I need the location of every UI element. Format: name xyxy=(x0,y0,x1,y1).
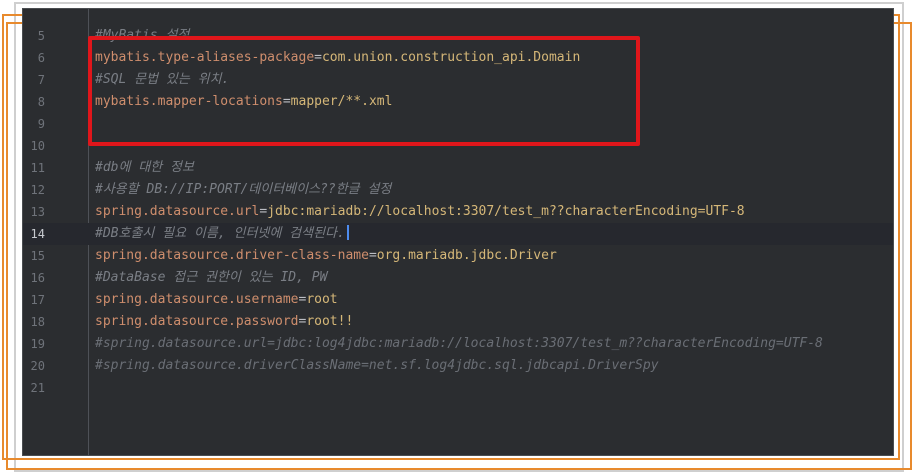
comment-text: #spring.datasource.url=jdbc:log4jdbc:mar… xyxy=(95,336,823,351)
line-code: #DB호출시 필요 이름, 인터넷에 검색된다. xyxy=(95,223,349,245)
comment-text: #db에 대한 정보 xyxy=(95,160,194,175)
line-number: 14 xyxy=(30,227,45,241)
code-line[interactable]: 20 #spring.datasource.driverClassName=net… xyxy=(23,355,893,377)
code-line[interactable]: 18 spring.datasource.password=root!! xyxy=(23,311,893,333)
line-code: #DataBase 접근 권한이 있는 ID, PW xyxy=(95,267,327,289)
code-editor[interactable]: 5 #MyBatis 설정 6 mybatis.type-aliases-packag… xyxy=(22,8,894,456)
code-line[interactable]: 15 spring.datasource.driver-class-name=or… xyxy=(23,245,893,267)
comment-text: #DB호출시 필요 이름, 인터넷에 검색된다. xyxy=(95,226,345,241)
line-number: 18 xyxy=(30,315,45,329)
comment-text: #사용할 DB://IP:PORT/데이터베이스??한글 설정 xyxy=(95,182,392,197)
property-value: root!! xyxy=(306,314,354,329)
line-number: 7 xyxy=(37,73,45,87)
property-value: root xyxy=(306,292,338,307)
line-code: spring.datasource.driver-class-name=org.… xyxy=(95,245,557,267)
code-line[interactable]: 19 #spring.datasource.url=jdbc:log4jdbc:m… xyxy=(23,333,893,355)
line-number: 9 xyxy=(37,117,45,131)
comment-text: #spring.datasource.driverClassName=net.s… xyxy=(95,358,659,373)
code-line[interactable]: 14 #DB호출시 필요 이름, 인터넷에 검색된다. xyxy=(23,223,893,245)
line-code: #db에 대한 정보 xyxy=(95,157,194,179)
line-code: spring.datasource.username=root xyxy=(95,289,338,311)
property-key: spring.datasource.password xyxy=(95,314,299,329)
line-number: 6 xyxy=(37,51,45,65)
line-code: #spring.datasource.driverClassName=net.s… xyxy=(95,355,659,377)
highlight-annotation-box xyxy=(88,36,640,146)
line-number: 16 xyxy=(30,271,45,285)
line-number: 20 xyxy=(30,359,45,373)
line-number: 5 xyxy=(37,29,45,43)
equals-sign: = xyxy=(368,248,377,263)
code-line[interactable]: 21 xyxy=(23,377,893,399)
code-line[interactable]: 17 spring.datasource.username=root xyxy=(23,289,893,311)
line-number: 21 xyxy=(30,381,45,395)
code-line[interactable]: 12 #사용할 DB://IP:PORT/데이터베이스??한글 설정 xyxy=(23,179,893,201)
property-key: spring.datasource.driver-class-name xyxy=(95,248,369,263)
line-number: 10 xyxy=(30,139,45,153)
property-key: spring.datasource.username xyxy=(95,292,299,307)
line-number: 15 xyxy=(30,249,45,263)
line-code: spring.datasource.url=jdbc:mariadb://loc… xyxy=(95,201,745,223)
line-number: 13 xyxy=(30,205,45,219)
code-line[interactable]: 11 #db에 대한 정보 xyxy=(23,157,893,179)
comment-text: #DataBase 접근 권한이 있는 ID, PW xyxy=(95,270,328,285)
code-line[interactable]: 16 #DataBase 접근 권한이 있는 ID, PW xyxy=(23,267,893,289)
line-code: #spring.datasource.url=jdbc:log4jdbc:mar… xyxy=(95,333,823,355)
line-code: #사용할 DB://IP:PORT/데이터베이스??한글 설정 xyxy=(95,179,391,201)
code-line[interactable]: 13 spring.datasource.url=jdbc:mariadb://l… xyxy=(23,201,893,223)
line-number: 11 xyxy=(30,161,45,175)
line-number: 17 xyxy=(30,293,45,307)
property-value: jdbc:mariadb://localhost:3307/test_m??ch… xyxy=(267,204,745,219)
property-value: org.mariadb.jdbc.Driver xyxy=(376,248,557,263)
line-number: 19 xyxy=(30,337,45,351)
property-key: spring.datasource.url xyxy=(95,204,260,219)
line-number: 12 xyxy=(30,183,45,197)
line-number: 8 xyxy=(37,95,45,109)
line-code: spring.datasource.password=root!! xyxy=(95,311,353,333)
text-caret xyxy=(346,225,349,240)
